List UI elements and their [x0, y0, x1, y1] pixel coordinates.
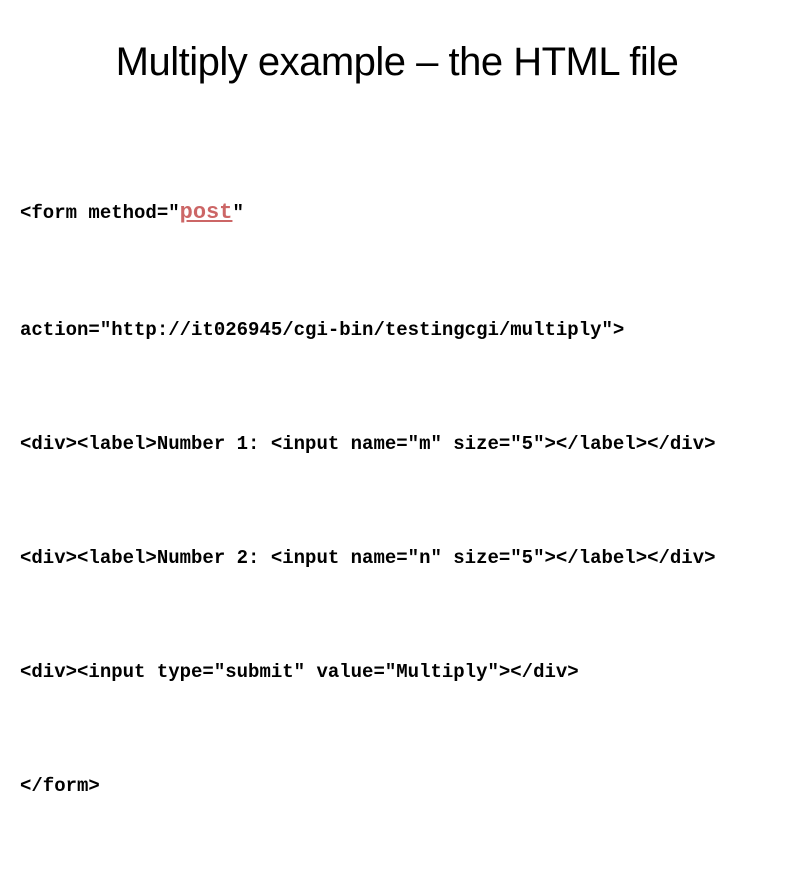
- slide-title: Multiply example – the HTML file: [20, 40, 774, 85]
- code-highlight-post: post: [180, 200, 233, 225]
- code-text: <form method=": [20, 202, 180, 224]
- code-line-3: <div><label>Number 1: <input name="m" si…: [20, 425, 774, 463]
- slide-container: Multiply example – the HTML file <form m…: [0, 0, 794, 595]
- code-line-2: action="http://it026945/cgi-bin/testingc…: [20, 311, 774, 349]
- code-line-4: <div><label>Number 2: <input name="n" si…: [20, 539, 774, 577]
- code-line-6: </form>: [20, 767, 774, 805]
- code-line-1: <form method="post": [20, 191, 774, 235]
- code-block: <form method="post" action="http://it026…: [20, 115, 774, 881]
- code-line-5: <div><input type="submit" value="Multipl…: [20, 653, 774, 691]
- code-text: ": [232, 202, 243, 224]
